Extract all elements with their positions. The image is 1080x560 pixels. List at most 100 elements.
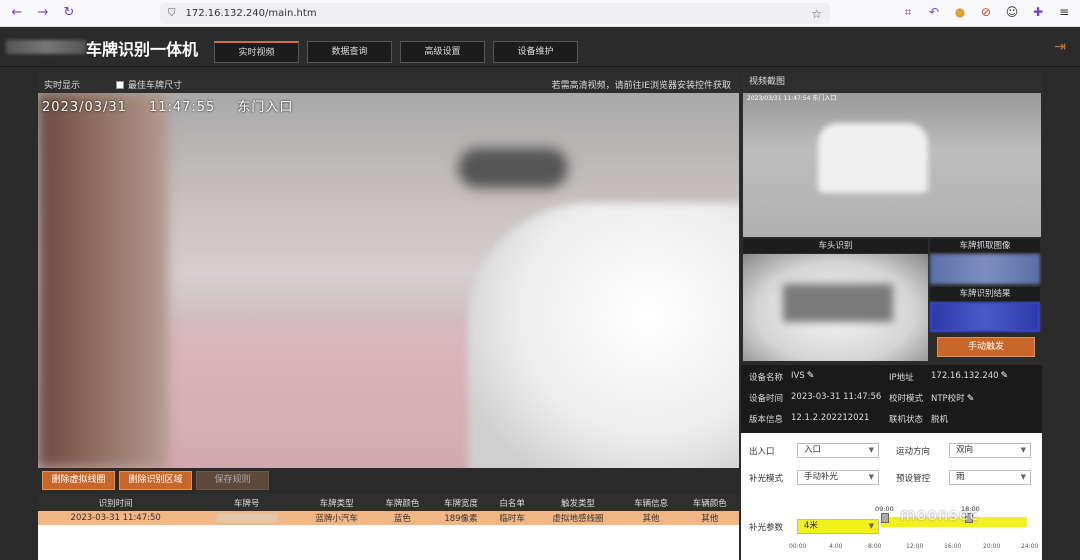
timing-mode-text: NTP校时 — [931, 394, 965, 404]
preset-label: 预设管控 — [896, 474, 931, 484]
cookie-icon[interactable]: ● — [952, 5, 968, 20]
live-video-frame[interactable]: 2023/03/31 11:47:55 东门入口 — [38, 93, 739, 468]
video-timestamp: 2023/03/31 11:47:55 东门入口 — [42, 96, 315, 115]
preset-select[interactable]: 雨 ▼ — [949, 470, 1031, 485]
undo-icon[interactable]: ↶ — [926, 5, 942, 20]
stamp-date: 2023/03/31 — [42, 100, 127, 115]
device-name-text: IVS — [791, 371, 805, 381]
video-action-bar: 删除虚拟线圈 删除识别区域 保存规则 — [38, 468, 739, 494]
url-bar[interactable]: ⛉ 172.16.132.240/main.htm ☆ — [160, 3, 830, 24]
cell-plate-width: 189像素 — [431, 511, 491, 525]
browser-toolbar: ← → ↻ ⛉ 172.16.132.240/main.htm ☆ ⌗ ↶ ● … — [0, 0, 1080, 27]
table-row[interactable]: 2023-03-31 11:47:50 蓝牌小汽车 蓝色 189像素 临时车 虚… — [38, 511, 739, 525]
stamp-time: 11:47:55 — [148, 100, 216, 115]
bookmark-star-icon[interactable]: ☆ — [811, 7, 822, 21]
tab-advanced-settings[interactable]: 高级设置 — [400, 41, 485, 63]
device-time-value: 2023-03-31 11:47:56 — [791, 392, 882, 402]
time-ticks: 00:00 4:00 8:00 12:00 16:00 20:00 24:00 — [781, 543, 1041, 553]
video-header: 实时显示 最佳车牌尺寸 若需高清视频，请前往IE浏览器安装控件获取 — [38, 73, 739, 93]
entrance-value: 入口 — [804, 445, 822, 455]
plate-capture-image — [930, 254, 1040, 284]
info-row: 版本信息 12.1.2.202212021 联机状态 脱机 — [741, 413, 1042, 431]
fill-param-select[interactable]: 4米 ▼ — [797, 519, 879, 534]
chevron-down-icon: ▼ — [868, 522, 874, 530]
version-value: 12.1.2.202212021 — [791, 413, 870, 423]
cell-vehicle-info: 其他 — [621, 511, 681, 525]
robot-icon[interactable]: ☺ — [1004, 5, 1020, 20]
snapshot-stamp: 2023/03/31 11:47:54 东门入口 — [747, 95, 837, 102]
extension-icons: ⌗ ↶ ● ⊘ ☺ ✚ ≡ — [900, 5, 1072, 20]
edit-icon[interactable]: ✎ — [807, 371, 815, 381]
device-name-value: IVS ✎ — [791, 371, 814, 381]
device-info: 设备名称 IVS ✎ IP地址 172.16.132.240 ✎ 设备时间 2023… — [741, 365, 1042, 433]
timing-mode-label: 校时模式 — [889, 394, 924, 404]
online-label: 联机状态 — [889, 415, 924, 425]
table-header-row: 识别时间 车牌号 车牌类型 车牌颜色 车牌宽度 白名单 触发类型 车辆信息 车辆… — [38, 494, 739, 511]
front-plate-redacted — [783, 284, 893, 322]
timing-mode-value: NTP校时 ✎ — [931, 392, 974, 404]
direction-value: 双向 — [956, 445, 974, 455]
tab-device-maintenance[interactable]: 设备维护 — [493, 41, 578, 63]
app-window: 车牌识别一体机 实时视频 数据查询 高级设置 设备维护 ⇥ 实时显示 最佳车牌尺… — [0, 27, 1080, 560]
col-header: 白名单 — [490, 494, 535, 511]
checkbox-box[interactable] — [116, 80, 124, 89]
manual-trigger-button[interactable]: 手动触发 — [937, 337, 1035, 357]
crop-icon[interactable]: ⌗ — [900, 5, 916, 20]
slider-start-handle[interactable] — [881, 513, 889, 523]
slider-start-label: 09:00 — [875, 505, 894, 513]
col-header: 车牌号 — [193, 494, 301, 511]
app-header: 车牌识别一体机 实时视频 数据查询 高级设置 设备维护 ⇥ — [0, 27, 1080, 67]
video-panel: 实时显示 最佳车牌尺寸 若需高清视频，请前往IE浏览器安装控件获取 2023/0… — [38, 73, 739, 468]
front-recognition-image — [743, 254, 928, 361]
blocker-icon[interactable]: ⊘ — [978, 5, 994, 20]
ip-value: 172.16.132.240 ✎ — [931, 371, 1008, 381]
entrance-select[interactable]: 入口 ▼ — [797, 443, 879, 458]
tab-data-query[interactable]: 数据查询 — [307, 41, 392, 63]
tick-label: 20:00 — [983, 543, 1001, 550]
right-panel: 视频截图 2023/03/31 11:47:54 东门入口 车头识别 车牌抓取图… — [741, 73, 1042, 560]
delete-virtual-coil-button[interactable]: 删除虚拟线圈 — [42, 471, 115, 490]
reload-icon[interactable]: ↻ — [60, 4, 78, 22]
realtime-label: 实时显示 — [44, 81, 81, 91]
cell-time: 2023-03-31 11:47:50 — [38, 511, 194, 525]
optimal-size-checkbox[interactable]: 最佳车牌尺寸 — [116, 78, 182, 91]
preset-value: 雨 — [956, 472, 965, 482]
video-snapshot[interactable]: 2023/03/31 11:47:54 东门入口 — [743, 93, 1041, 237]
direction-select[interactable]: 双向 ▼ — [949, 443, 1031, 458]
cell-trigger-type: 虚拟地感线圈 — [534, 511, 622, 525]
edit-icon[interactable]: ✎ — [1001, 371, 1009, 381]
save-rules-button[interactable]: 保存规则 — [196, 471, 269, 490]
col-header: 车辆颜色 — [680, 494, 739, 511]
tick-label: 8:00 — [868, 543, 882, 550]
fill-mode-select[interactable]: 手动补光 ▼ — [797, 470, 879, 485]
col-header: 识别时间 — [38, 494, 194, 511]
menu-icon[interactable]: ≡ — [1056, 5, 1072, 20]
chevron-down-icon: ▼ — [1020, 446, 1026, 454]
cell-whitelist: 临时车 — [490, 511, 535, 525]
front-recognition-label: 车头识别 — [743, 239, 928, 253]
ip-text: 172.16.132.240 — [931, 371, 999, 381]
col-header: 车牌类型 — [300, 494, 374, 511]
device-name-label: 设备名称 — [749, 373, 784, 383]
results-table-area: 识别时间 车牌号 车牌类型 车牌颜色 车牌宽度 白名单 触发类型 车辆信息 车辆… — [38, 494, 739, 560]
watermark: moonsec — [900, 505, 980, 524]
edit-icon[interactable]: ✎ — [967, 394, 975, 404]
optimal-size-label: 最佳车牌尺寸 — [128, 81, 183, 91]
col-header: 车辆信息 — [621, 494, 681, 511]
plate-number-redacted — [215, 512, 278, 523]
tab-live-video[interactable]: 实时视频 — [214, 41, 299, 63]
extensions-icon[interactable]: ✚ — [1030, 5, 1046, 20]
gate-pole-area — [38, 93, 168, 468]
plate-result-label: 车牌识别结果 — [930, 287, 1040, 301]
tick-label: 00:00 — [789, 543, 807, 550]
image-labels: 车头识别 车牌抓取图像 — [741, 239, 1042, 253]
back-arrow-icon[interactable]: ← — [8, 4, 26, 22]
info-row: 设备名称 IVS ✎ IP地址 172.16.132.240 ✎ — [741, 371, 1042, 389]
logout-icon[interactable]: ⇥ — [1054, 39, 1066, 55]
results-table: 识别时间 车牌号 车牌类型 车牌颜色 车牌宽度 白名单 触发类型 车辆信息 车辆… — [38, 494, 739, 525]
plate-capture-label: 车牌抓取图像 — [930, 239, 1040, 253]
fill-param-label: 补光参数 — [749, 523, 784, 533]
delete-recognition-area-button[interactable]: 删除识别区域 — [119, 471, 192, 490]
forward-arrow-icon[interactable]: → — [34, 4, 52, 22]
col-header: 触发类型 — [534, 494, 622, 511]
